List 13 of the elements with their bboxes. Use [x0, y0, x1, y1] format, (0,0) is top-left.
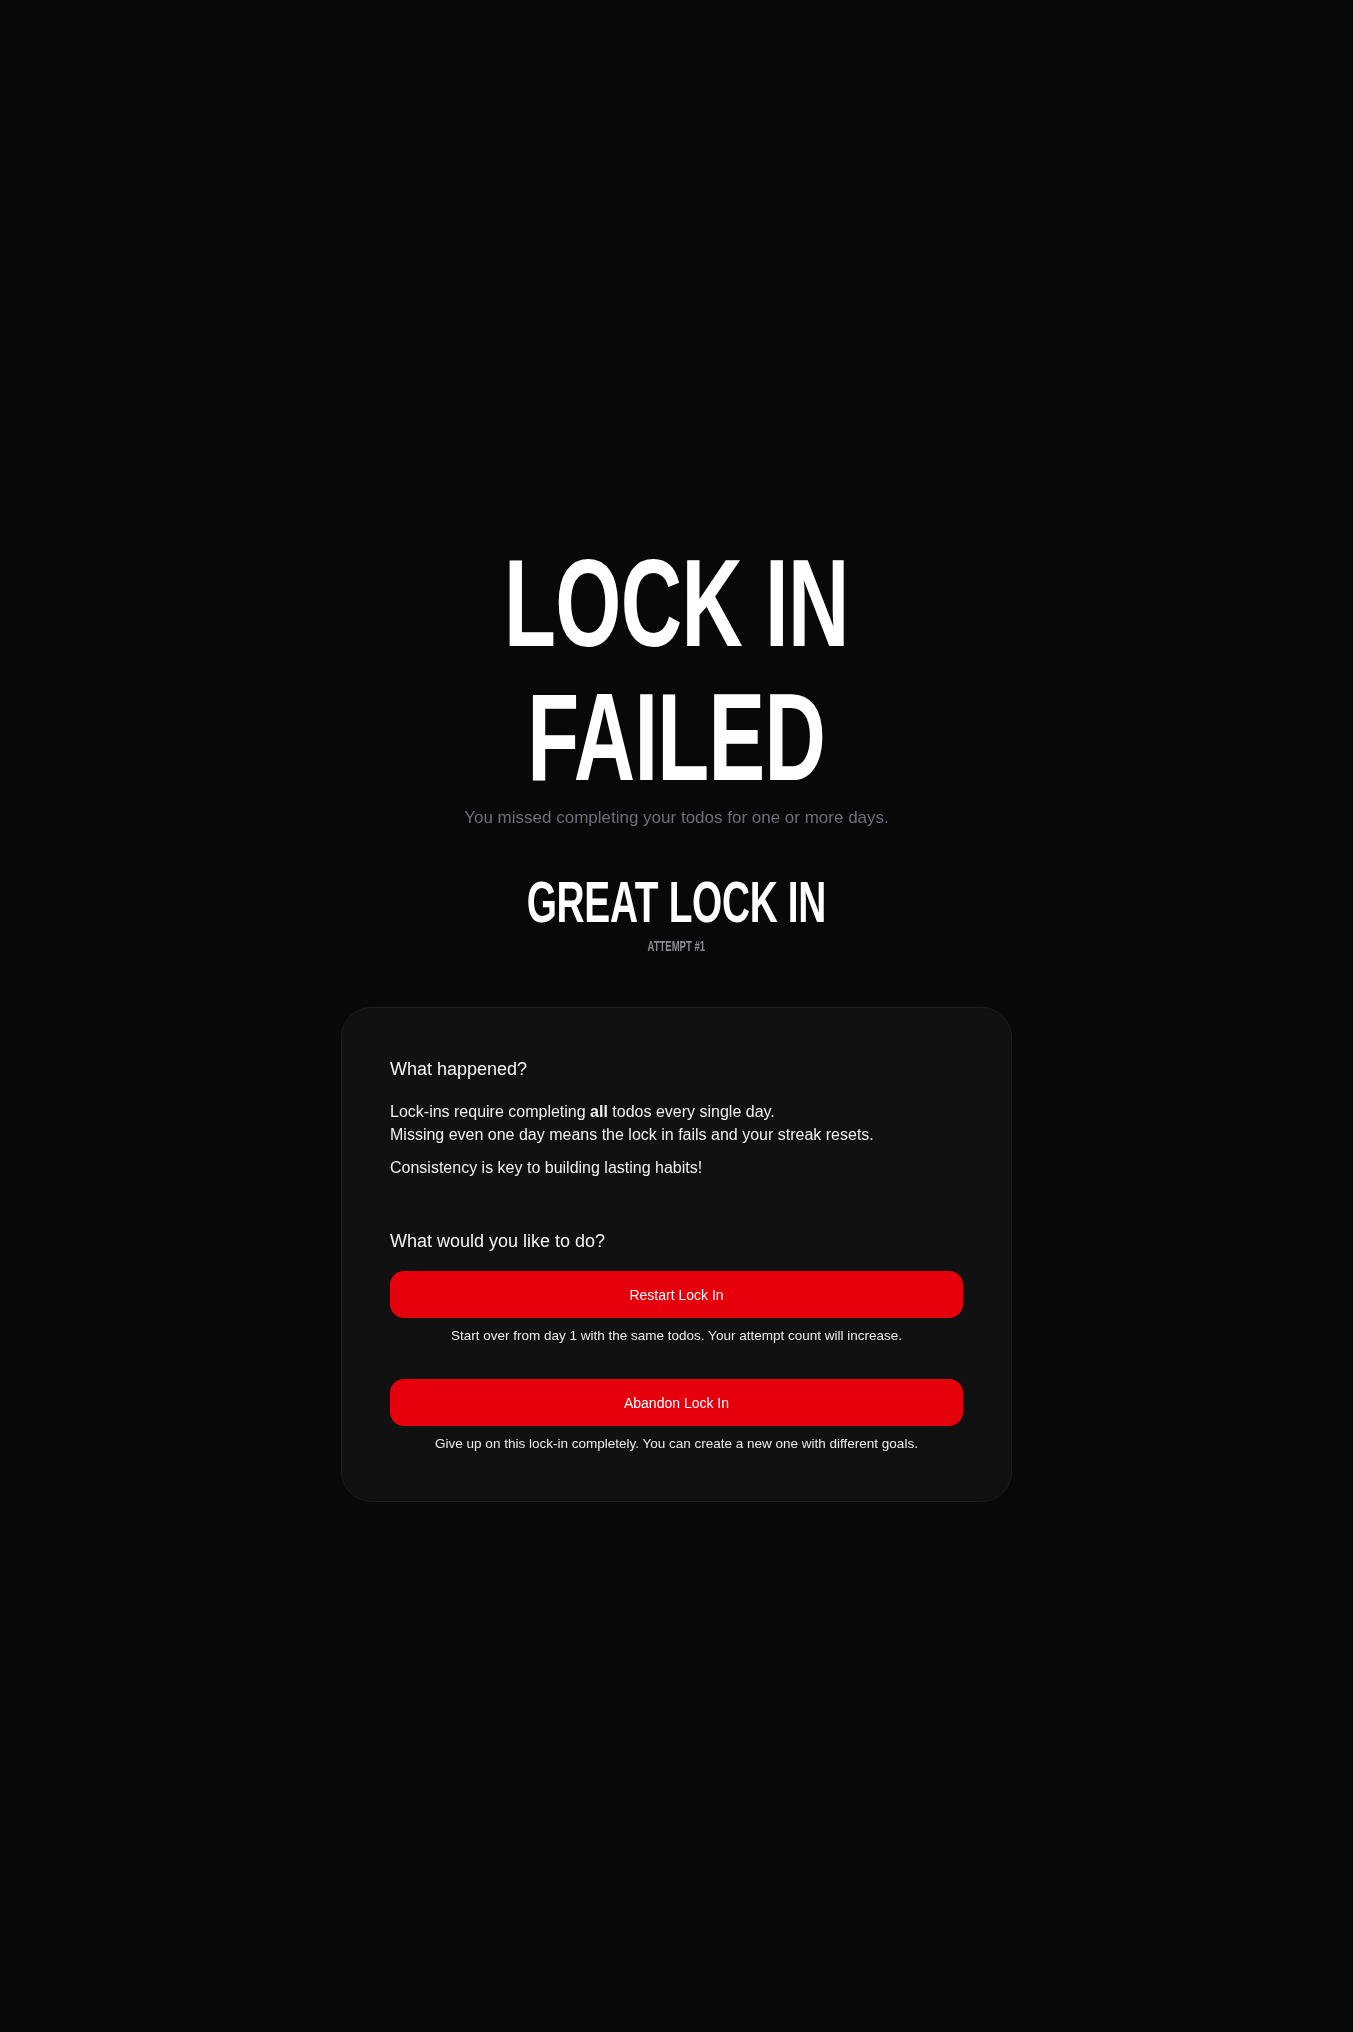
subtitle-text: You missed completing your todos for one or more days. [464, 807, 889, 829]
lock-in-name: GREAT LOCK IN [526, 873, 827, 931]
section-heading: What happened? [390, 1058, 529, 1081]
section-heading: What would you like to do? [390, 1230, 607, 1253]
action-description: Start over from day 1 with the same todos. Your attempt count will increase. [451, 1327, 902, 1345]
page-title: FAILED [527, 670, 826, 804]
action-description: Give up on this lock-in completely. You can create a new one with different goals. [435, 1435, 918, 1453]
attempt-label: ATTEMPT #1 [647, 938, 706, 954]
body-text: Consistency is key to building lasting habits! [390, 1158, 704, 1178]
page-title: LOCK IN [504, 536, 849, 670]
action-button[interactable]: Restart Lock In [390, 1271, 963, 1318]
body-text: Lock-ins require completing all todos every single day. Missing even one day means the lock in fails and your streak resets. [390, 1102, 875, 1145]
action-button[interactable]: Abandon Lock In [390, 1379, 963, 1426]
